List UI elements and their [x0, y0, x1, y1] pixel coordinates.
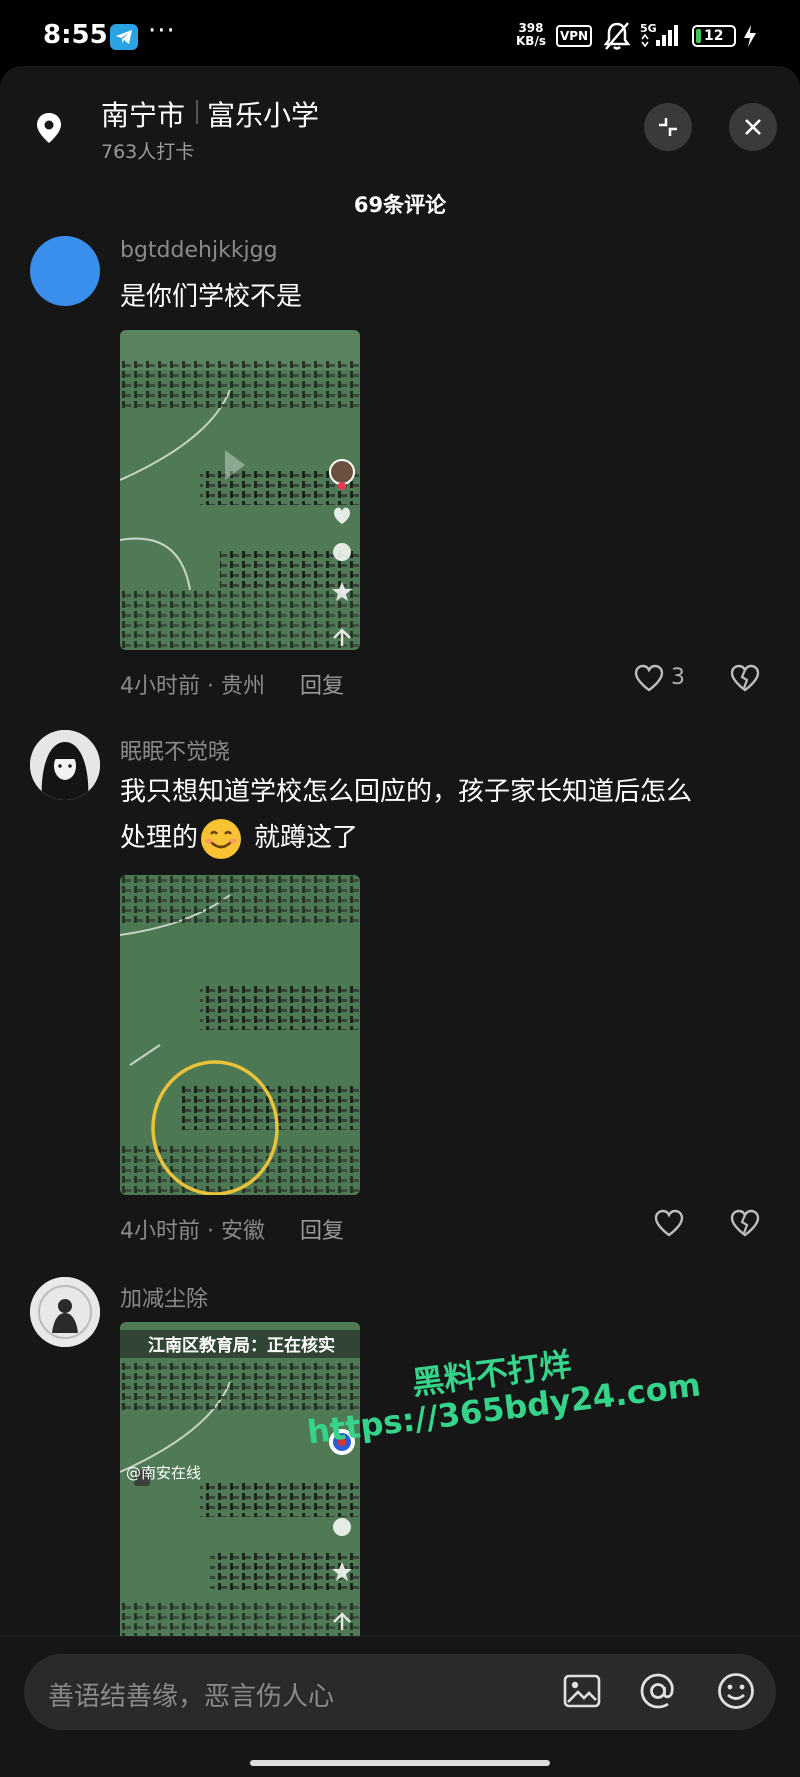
- image-source: @南安在线: [126, 1464, 202, 1482]
- reply-button[interactable]: 回复: [300, 1219, 344, 1244]
- network-type: 5G: [640, 22, 657, 35]
- close-icon: [745, 119, 761, 135]
- comment-time: 4小时前: [120, 674, 200, 699]
- network-speed: 398 KB/s: [516, 22, 546, 48]
- emoji-button[interactable]: [716, 1671, 756, 1715]
- image-picker-button[interactable]: [562, 1671, 602, 1715]
- comment-text: 是你们学校不是: [120, 282, 303, 312]
- comment-location: 贵州: [221, 674, 266, 699]
- broken-heart-icon: [730, 664, 760, 692]
- charging-icon: [743, 24, 757, 52]
- like-button[interactable]: [654, 1209, 684, 1237]
- comment-text: 我只想知道学校怎么回应的，孩子家长知道后怎么 处理的 就蹲这了: [120, 769, 760, 861]
- location-place[interactable]: 富乐小学: [207, 94, 319, 134]
- comment-username[interactable]: 眠眠不觉晓: [120, 734, 230, 766]
- meta-separator: ·: [207, 674, 221, 699]
- status-bar: 8:55 ··· 398 KB/s VPN 5G 12: [0, 0, 800, 72]
- telegram-icon: [110, 24, 138, 50]
- avatar[interactable]: [30, 1277, 100, 1347]
- minimize-icon: [659, 118, 677, 136]
- broken-heart-icon: [730, 1209, 760, 1237]
- dislike-button[interactable]: [730, 1209, 760, 1241]
- image-caption: 江南区教育局：正在核实: [148, 1336, 335, 1356]
- smile-emoji-icon: [200, 818, 242, 860]
- comment-text-line: 处理的 就蹲这了: [120, 815, 760, 861]
- comment-meta: 4小时前 · 贵州 回复: [120, 668, 344, 700]
- comment-image[interactable]: 江南区教育局：正在核实 @南安在线: [120, 1322, 360, 1636]
- location-city[interactable]: 南宁市: [101, 94, 185, 134]
- mention-button[interactable]: [638, 1671, 678, 1715]
- mute-bell-icon: [603, 21, 631, 55]
- comment-image[interactable]: [120, 875, 360, 1195]
- location-divider: [196, 100, 198, 124]
- meta-separator: ·: [207, 1219, 221, 1244]
- comments-count-title: 69条评论: [353, 193, 447, 217]
- heart-icon: [634, 664, 664, 692]
- checkin-count: 763人打卡: [101, 141, 195, 163]
- status-time: 8:55: [43, 20, 108, 50]
- at-icon: [640, 1673, 674, 1709]
- avatar[interactable]: [30, 730, 100, 800]
- location-pin-icon: [36, 112, 62, 148]
- close-button[interactable]: [729, 103, 777, 151]
- comment-time: 4小时前: [120, 1219, 200, 1244]
- comment-input-placeholder[interactable]: 善语结善缘，恶言伤人心: [48, 1676, 334, 1713]
- heart-icon: [654, 1209, 684, 1237]
- avatar[interactable]: [30, 236, 100, 306]
- comment-meta: 4小时前 · 安徽 回复: [120, 1213, 344, 1245]
- vpn-badge: VPN: [556, 25, 592, 47]
- more-notifications-icon: ···: [148, 16, 176, 46]
- home-indicator[interactable]: [250, 1760, 550, 1766]
- image-icon: [563, 1674, 601, 1708]
- reply-button[interactable]: 回复: [300, 674, 344, 699]
- comment-username[interactable]: bgtddehjkkjgg: [120, 238, 278, 263]
- minimize-button[interactable]: [644, 103, 692, 151]
- comment-text-line: 我只想知道学校怎么回应的，孩子家长知道后怎么: [120, 777, 693, 807]
- like-count: 3: [671, 665, 685, 690]
- net-speed-unit: KB/s: [516, 34, 546, 48]
- signal-icon: 5G: [638, 20, 682, 54]
- comment-location: 安徽: [221, 1219, 266, 1244]
- battery-icon: 12: [692, 25, 736, 47]
- comment-text-part: 就蹲这了: [254, 823, 359, 853]
- like-button[interactable]: 3: [634, 664, 685, 692]
- dislike-button[interactable]: [730, 664, 760, 696]
- comment-text-part: 处理的: [120, 823, 199, 853]
- smiley-icon: [718, 1673, 754, 1709]
- comment-image[interactable]: [120, 330, 360, 650]
- comment-username[interactable]: 加减尘除: [120, 1281, 208, 1313]
- battery-level: 12: [704, 28, 724, 44]
